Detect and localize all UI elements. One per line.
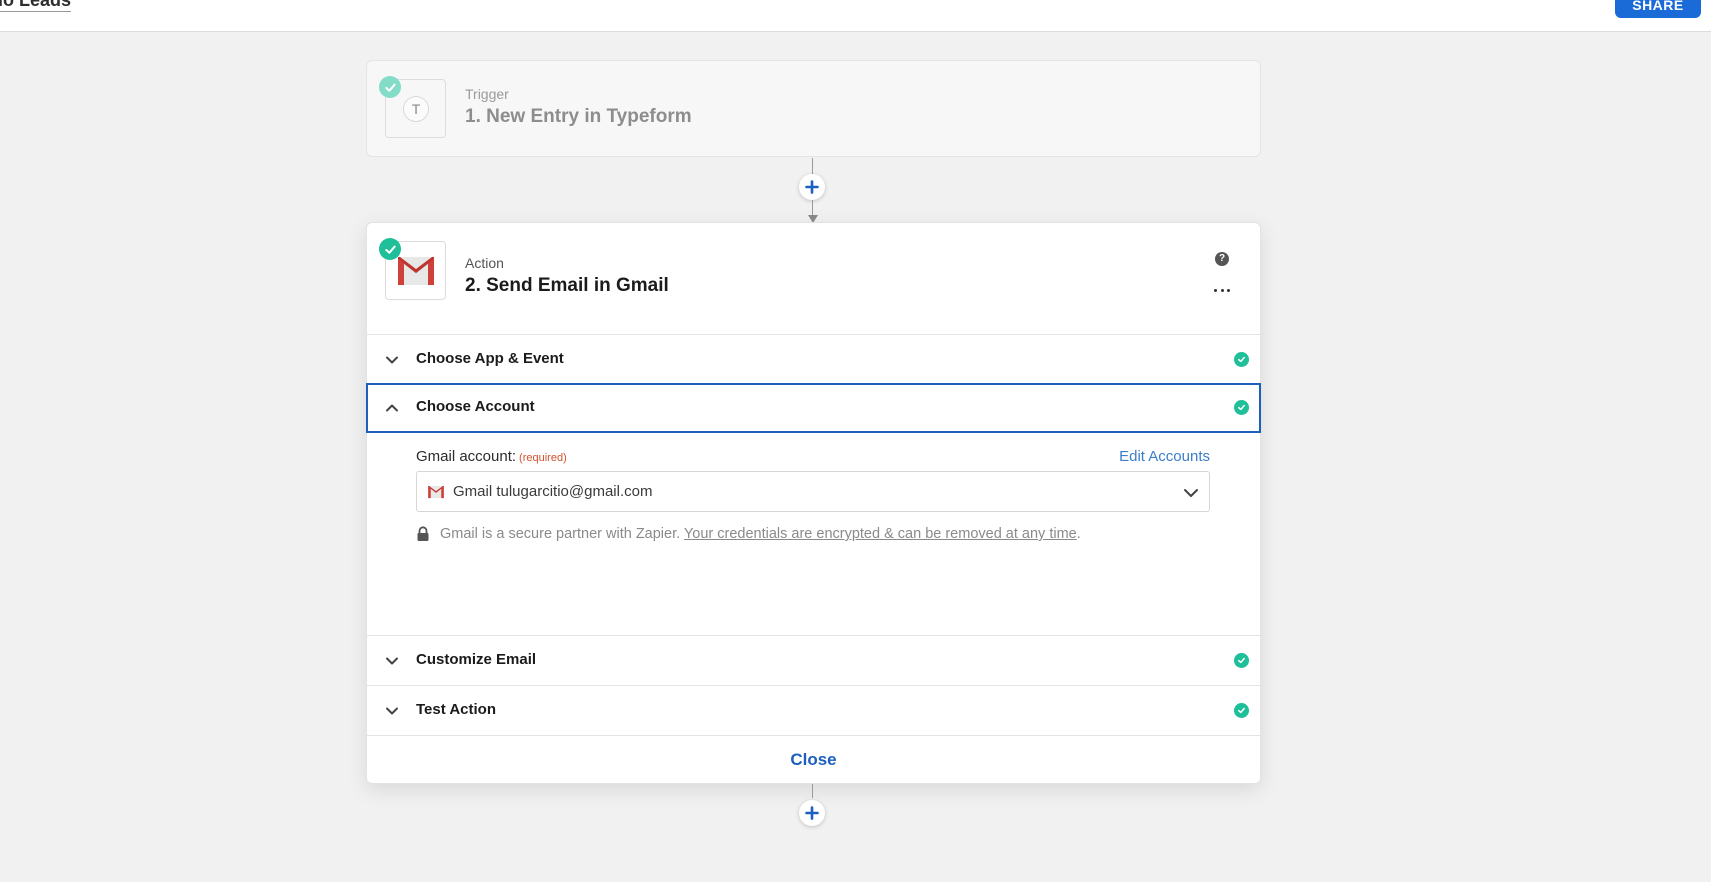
- typeform-icon: T: [403, 96, 429, 122]
- secure-note-text: Gmail is a secure partner with Zapier.: [440, 526, 684, 542]
- complete-check-icon: [1234, 352, 1249, 367]
- section-customize-email[interactable]: Customize Email: [367, 635, 1260, 685]
- step-title: 1. New Entry in Typeform: [465, 106, 692, 127]
- lock-icon: [417, 526, 429, 541]
- edit-accounts-link[interactable]: Edit Accounts: [1119, 448, 1210, 465]
- secure-note-end: .: [1076, 526, 1081, 542]
- complete-check-icon: [1234, 703, 1249, 718]
- gmail-account-label: Gmail account: (required): [416, 448, 567, 465]
- section-test-action[interactable]: Test Action: [367, 685, 1260, 735]
- chevron-down-icon: [386, 707, 398, 715]
- step-kind-label: Trigger: [465, 86, 509, 102]
- section-choose-app-event[interactable]: Choose App & Event: [367, 334, 1260, 384]
- step-title: 2. Send Email in Gmail: [465, 275, 669, 296]
- more-options-icon[interactable]: [1214, 287, 1230, 293]
- connector-line: [812, 200, 813, 216]
- chevron-down-icon: [386, 657, 398, 665]
- check-icon: [379, 76, 401, 98]
- help-icon[interactable]: ?: [1215, 252, 1229, 266]
- action-step-card: Action 2. Send Email in Gmail ? Choose A…: [366, 222, 1261, 784]
- complete-check-icon: [1234, 653, 1249, 668]
- gmail-icon: [397, 257, 435, 285]
- trigger-step-card[interactable]: T Trigger 1. New Entry in Typeform: [366, 60, 1261, 157]
- required-badge: (required): [519, 452, 567, 464]
- complete-check-icon: [1234, 400, 1249, 415]
- top-bar: tio Leads SHARE: [0, 0, 1711, 32]
- close-button[interactable]: Close: [367, 735, 1260, 783]
- gmail-account-select[interactable]: Gmail tulugarcitio@gmail.com: [416, 471, 1210, 512]
- chevron-down-icon: [386, 356, 398, 364]
- gmail-icon: [428, 485, 444, 499]
- plus-icon: [805, 180, 819, 194]
- field-label-text: Gmail account:: [416, 448, 517, 465]
- section-label: Choose Account: [416, 398, 535, 415]
- credentials-link[interactable]: Your credentials are encrypted & can be …: [684, 526, 1077, 542]
- plus-icon: [805, 806, 819, 820]
- section-label: Choose App & Event: [416, 350, 564, 367]
- section-choose-account[interactable]: Choose Account: [366, 383, 1261, 433]
- section-label: Customize Email: [416, 651, 537, 668]
- zap-title[interactable]: tio Leads: [0, 0, 72, 12]
- section-label: Test Action: [416, 701, 497, 718]
- selected-account-value: Gmail tulugarcitio@gmail.com: [453, 483, 653, 500]
- add-step-button[interactable]: [799, 800, 825, 826]
- chevron-up-icon: [386, 404, 398, 412]
- share-button[interactable]: SHARE: [1615, 0, 1701, 18]
- check-icon: [379, 238, 401, 260]
- connector-line: [812, 784, 813, 798]
- chevron-down-icon: [1184, 489, 1198, 497]
- step-kind-label: Action: [465, 255, 504, 271]
- add-step-button[interactable]: [799, 174, 825, 200]
